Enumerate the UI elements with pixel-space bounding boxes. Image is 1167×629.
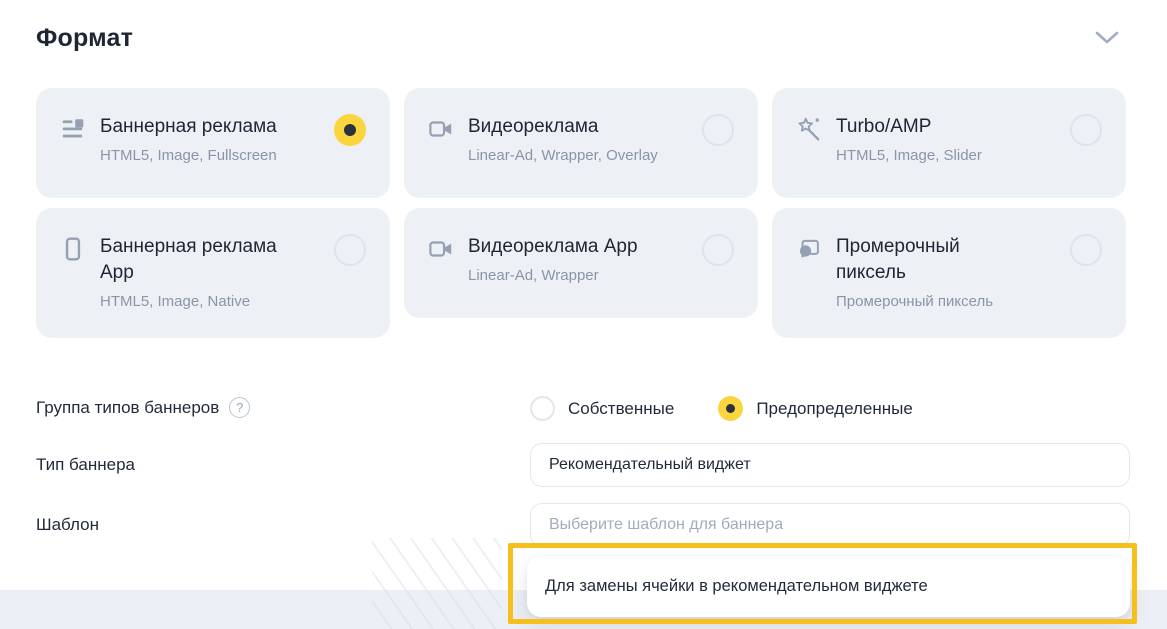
card-title: Видеореклама — [468, 114, 688, 140]
template-select-input[interactable] — [530, 503, 1130, 547]
magic-wand-icon — [796, 116, 822, 142]
radio-indicator[interactable] — [1070, 114, 1102, 146]
banner-group-label: Группа типов баннеров ? — [36, 397, 250, 418]
radio-label: Предопределенные — [756, 399, 913, 419]
card-subtitle: Промерочный пиксель — [836, 291, 1056, 312]
format-card-banner[interactable]: Баннерная реклама HTML5, Image, Fullscre… — [36, 88, 390, 198]
banner-type-input[interactable] — [530, 443, 1130, 487]
radio-option-predefined[interactable]: Предопределенные — [718, 396, 913, 421]
banner-type-label: Тип баннера — [36, 455, 135, 475]
radio-indicator[interactable] — [530, 396, 555, 421]
mobile-phone-icon — [60, 236, 86, 262]
format-card-banner-app[interactable]: Баннерная реклама App HTML5, Image, Nati… — [36, 208, 390, 338]
radio-indicator[interactable] — [702, 114, 734, 146]
format-card-grid: Баннерная реклама HTML5, Image, Fullscre… — [36, 88, 1126, 338]
radio-label: Собственные — [568, 399, 674, 419]
format-card-pixel[interactable]: Промерочный пиксель Промерочный пиксель — [772, 208, 1126, 338]
video-ad-icon — [428, 116, 454, 142]
template-dropdown-option[interactable]: Для замены ячейки в рекомендательном вид… — [527, 556, 1130, 617]
card-title: Промерочный пиксель — [836, 234, 986, 286]
radio-option-own[interactable]: Собственные — [530, 396, 674, 421]
card-subtitle: HTML5, Image, Fullscreen — [100, 145, 320, 166]
banner-group-radio-group: Собственные Предопределенные — [530, 396, 913, 421]
format-card-video[interactable]: Видеореклама Linear-Ad, Wrapper, Overlay — [404, 88, 758, 198]
card-subtitle: Linear-Ad, Wrapper — [468, 265, 688, 286]
radio-indicator[interactable] — [718, 396, 743, 421]
format-card-video-app[interactable]: Видеореклама App Linear-Ad, Wrapper — [404, 208, 758, 318]
format-section: Формат Баннерная реклама HTML5, Image, F… — [0, 0, 1167, 629]
radio-indicator[interactable] — [702, 234, 734, 266]
radio-indicator[interactable] — [334, 234, 366, 266]
video-ad-icon — [428, 236, 454, 262]
format-card-turbo-amp[interactable]: Turbo/AMP HTML5, Image, Slider — [772, 88, 1126, 198]
page-title: Формат — [36, 24, 133, 53]
template-label: Шаблон — [36, 515, 99, 535]
banner-ad-icon — [60, 116, 86, 142]
background-pattern — [372, 538, 502, 629]
radio-indicator[interactable] — [334, 114, 366, 146]
pixel-shapes-icon — [796, 236, 822, 262]
card-title: Баннерная реклама App — [100, 234, 278, 286]
card-subtitle: Linear-Ad, Wrapper, Overlay — [468, 145, 688, 166]
card-title: Баннерная реклама — [100, 114, 320, 140]
radio-indicator[interactable] — [1070, 234, 1102, 266]
card-title: Видеореклама App — [468, 234, 688, 260]
chevron-down-icon[interactable] — [1094, 30, 1120, 46]
card-subtitle: HTML5, Image, Slider — [836, 145, 1056, 166]
card-title: Turbo/AMP — [836, 114, 1056, 140]
help-icon[interactable]: ? — [229, 397, 250, 418]
card-subtitle: HTML5, Image, Native — [100, 291, 320, 312]
